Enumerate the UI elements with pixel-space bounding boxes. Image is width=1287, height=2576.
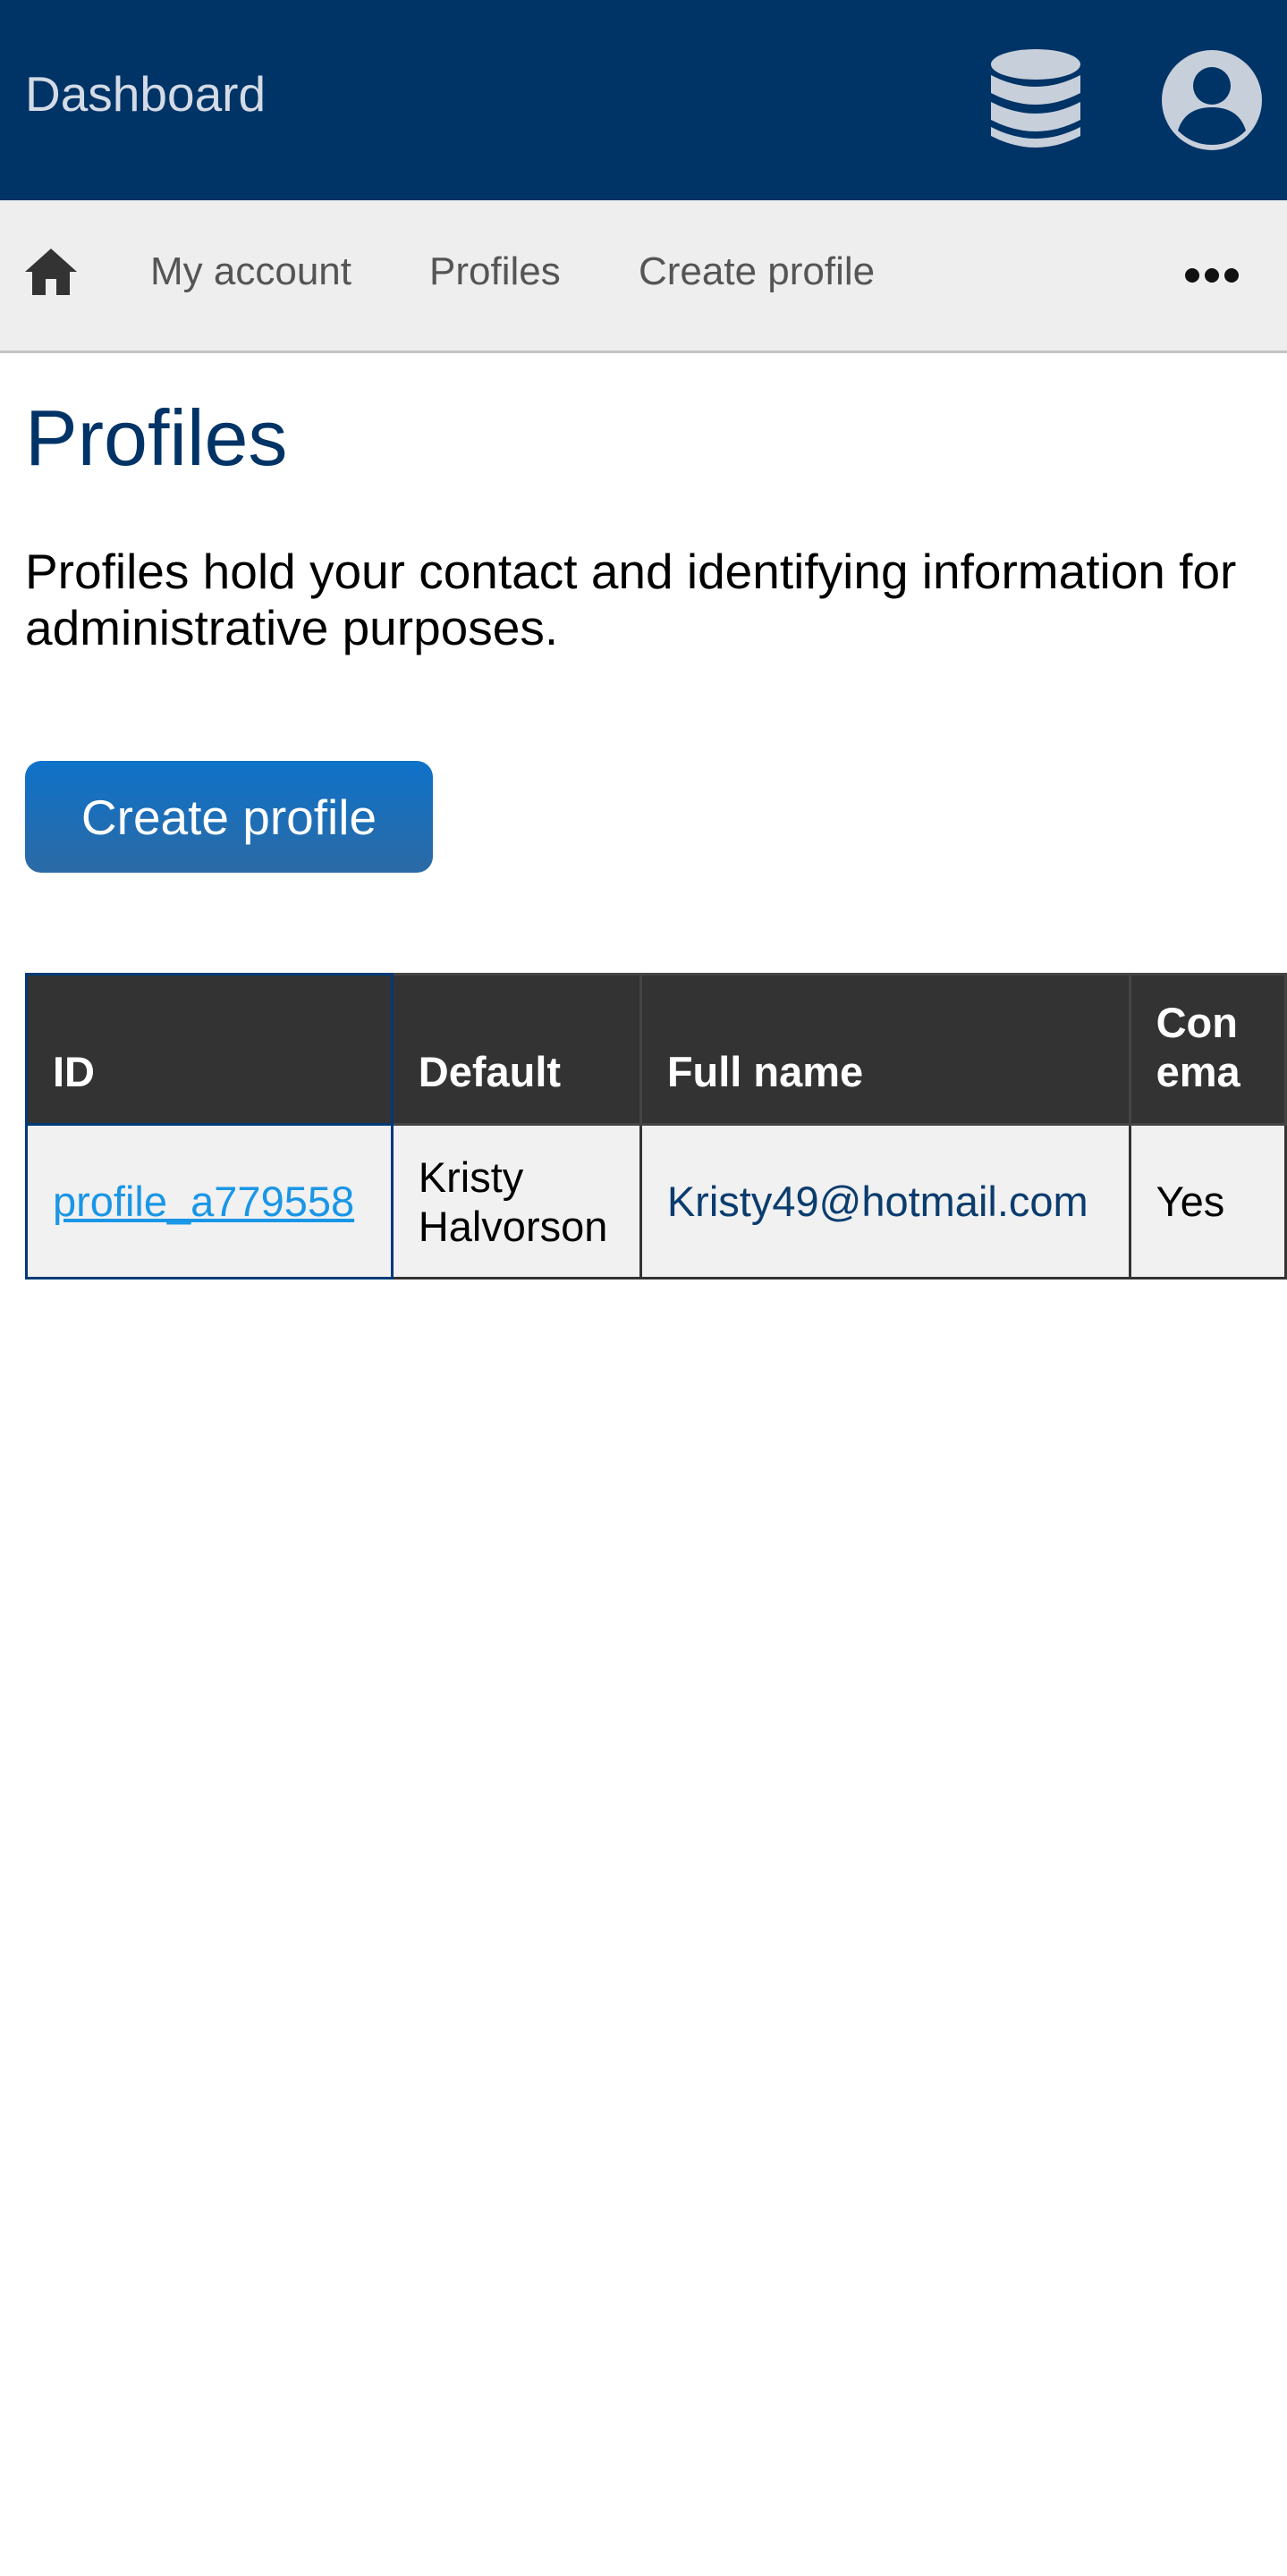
table-cell-id: profile_a779558 bbox=[25, 1123, 394, 1280]
nav-item-profiles[interactable]: Profiles bbox=[429, 252, 561, 291]
column-header-contact-email: Con ema bbox=[1128, 973, 1287, 1126]
database-icon[interactable] bbox=[989, 48, 1082, 152]
table-cell-full-name: Kristy49@hotmail.com bbox=[639, 1123, 1131, 1280]
column-header-full-name: Full name bbox=[639, 973, 1131, 1126]
home-icon[interactable] bbox=[23, 247, 79, 297]
table-cell-contact-email: Yes bbox=[1128, 1123, 1287, 1280]
nav-bar: My account Profiles Create profile bbox=[0, 200, 1287, 353]
more-dots-icon[interactable] bbox=[1184, 266, 1240, 284]
profile-id-link[interactable]: profile_a779558 bbox=[53, 1178, 354, 1225]
page-title: Profiles bbox=[25, 393, 288, 482]
create-profile-button[interactable]: Create profile bbox=[25, 761, 433, 873]
table-row: profile_a779558 Kristy Halvorson Kristy4… bbox=[25, 1123, 1287, 1280]
dashboard-link[interactable]: Dashboard bbox=[25, 70, 266, 119]
profiles-table: ID Default Full name Con ema profile_a77… bbox=[25, 973, 1287, 1282]
top-bar: Dashboard bbox=[0, 0, 1287, 200]
page-description: Profiles hold your contact and identifyi… bbox=[25, 544, 1237, 655]
column-header-id: ID bbox=[25, 973, 394, 1126]
nav-item-my-account[interactable]: My account bbox=[150, 252, 351, 291]
user-account-icon[interactable] bbox=[1160, 48, 1264, 152]
table-header-row: ID Default Full name Con ema bbox=[25, 973, 1287, 1126]
column-header-default: Default bbox=[390, 973, 642, 1126]
nav-item-create-profile[interactable]: Create profile bbox=[639, 252, 875, 291]
table-cell-default: Kristy Halvorson bbox=[390, 1123, 642, 1280]
